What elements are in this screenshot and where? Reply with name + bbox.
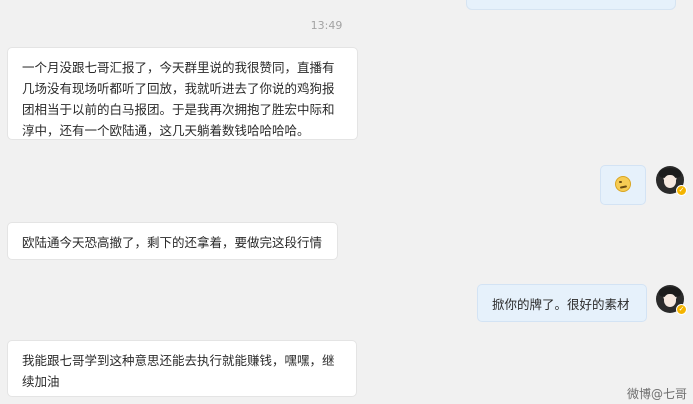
avatar[interactable]: ✓: [656, 285, 687, 315]
smirk-emoji: [615, 176, 631, 192]
outgoing-message-bubble[interactable]: 掀你的牌了。很好的素材: [477, 284, 647, 322]
message-text: 掀你的牌了。很好的素材: [492, 297, 630, 312]
avatar-face: [664, 175, 676, 188]
avatar[interactable]: ✓: [656, 166, 687, 196]
message-text: 我能跟七哥学到这种意思还能去执行就能赚钱，嘿嘿，继续加油: [22, 353, 335, 389]
incoming-message-bubble[interactable]: 欧陆通今天恐高撤了，剩下的还拿着，要做完这段行情: [7, 222, 338, 260]
message-text: 一个月没跟七哥汇报了，今天群里说的我很赞同，直播有几场没有现场听都听了回放，我就…: [22, 60, 335, 138]
verified-badge-icon: ✓: [676, 185, 687, 196]
outgoing-message-bubble[interactable]: [600, 165, 646, 205]
verified-badge-icon: ✓: [676, 304, 687, 315]
message-timestamp: 13:49: [310, 19, 343, 32]
previous-message-bubble: [466, 0, 676, 10]
message-text: 欧陆通今天恐高撤了，剩下的还拿着，要做完这段行情: [22, 235, 323, 250]
avatar-face: [664, 294, 676, 307]
watermark: 微博@七哥: [626, 387, 687, 401]
incoming-message-bubble[interactable]: 一个月没跟七哥汇报了，今天群里说的我很赞同，直播有几场没有现场听都听了回放，我就…: [7, 47, 358, 140]
incoming-message-bubble[interactable]: 我能跟七哥学到这种意思还能去执行就能赚钱，嘿嘿，继续加油: [7, 340, 357, 397]
